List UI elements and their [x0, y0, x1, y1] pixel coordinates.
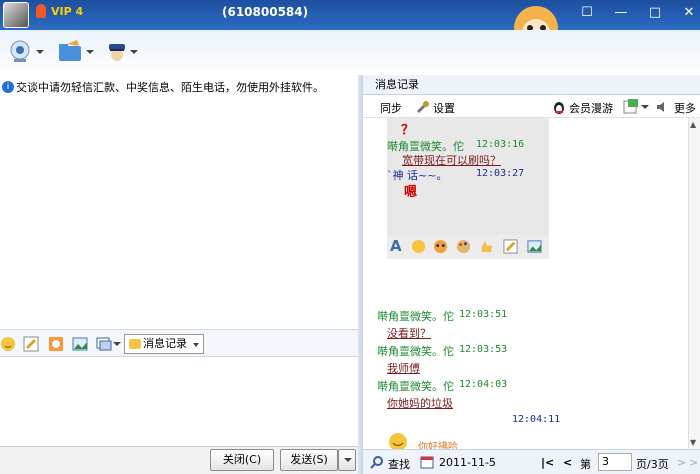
info-icon: i	[2, 81, 14, 93]
penguin-icon	[36, 4, 46, 18]
main-toolbar	[0, 30, 700, 75]
history-toolbar: 同步 设置 会员漫游 更多	[363, 96, 700, 118]
vip-badge[interactable]: VIP 4	[51, 5, 83, 18]
message-time: 12:03:53	[459, 344, 508, 355]
message-sender: 啭角亶微笑。佗	[377, 345, 454, 358]
scroll-down-icon[interactable]: ▼	[690, 438, 696, 447]
message-sender: 啭角亶微笑。佗	[377, 380, 454, 393]
image-icon	[527, 240, 542, 253]
previous-page-icon[interactable]: <	[563, 456, 572, 469]
first-page-icon[interactable]: |<	[541, 456, 554, 469]
message-text: 没看到？	[387, 327, 431, 340]
message-list[interactable]: ？ 啭角亶微笑。佗 12:03:16 宽带现在可以刷吗？ `神 话~~。 12:…	[363, 118, 688, 449]
embedded-format-toolbar: A	[387, 235, 549, 259]
message-time: 12:03:51	[459, 309, 508, 320]
member-roam-button[interactable]: 会员漫游	[569, 100, 613, 116]
export-dropdown-icon[interactable]	[641, 105, 649, 109]
history-footer: 查找 2011-11-5 |< < 第 3 页/3页 > >	[363, 449, 700, 474]
message-text: 我师傅	[387, 362, 420, 375]
scroll-up-icon[interactable]: ▲	[690, 120, 696, 129]
penguin-roam-icon	[554, 102, 564, 114]
find-button[interactable]: 查找	[388, 456, 410, 472]
smiley-avatar-icon	[389, 433, 407, 449]
more-button[interactable]: 更多	[674, 100, 696, 116]
folder-dropdown-icon[interactable]	[86, 50, 94, 54]
minimize-button[interactable]: —	[610, 2, 632, 24]
message-text: 你好拂哈	[418, 442, 458, 449]
message-text: 你她妈的垃圾	[387, 397, 453, 410]
page-number-input[interactable]: 3	[598, 453, 632, 471]
screenshot-icon[interactable]	[96, 336, 112, 352]
pencil-icon[interactable]	[23, 336, 39, 352]
message-time: 12:03:27	[476, 168, 525, 179]
close-window-button[interactable]: ✕	[678, 2, 700, 24]
emoji-icon	[411, 239, 426, 254]
last-page-icon[interactable]: >	[689, 456, 698, 469]
close-button[interactable]: 关闭(C)	[210, 449, 274, 471]
message-history-button[interactable]: 消息记录	[124, 334, 204, 354]
thumbs-up-icon	[481, 240, 493, 253]
sync-button[interactable]: 同步	[380, 100, 402, 116]
next-page-icon[interactable]: >	[677, 456, 686, 469]
police-dropdown-icon[interactable]	[130, 50, 138, 54]
chat-panel: i 交谈中请勿轻信汇款、中奖信息、陌生电话，勿使用外挂软件。 消息记录 关闭(C…	[0, 75, 358, 474]
format-toolbar: 消息记录	[0, 329, 358, 357]
palette-icon	[456, 239, 471, 254]
message-time: 12:04:03	[459, 379, 508, 390]
page-suffix: 页/3页	[636, 458, 669, 471]
image-icon[interactable]	[72, 336, 88, 352]
page-prefix: 第	[580, 458, 591, 471]
history-dropdown-icon	[193, 343, 199, 347]
message-text: 宽带现在可以刷吗？	[402, 154, 501, 167]
message-text: 嗯	[404, 185, 418, 200]
message-history-label: 消息记录	[143, 337, 187, 350]
speaker-icon[interactable]	[656, 100, 670, 114]
magnifier-icon	[370, 456, 383, 469]
window-controls: ☐ — □ ✕	[576, 2, 700, 28]
message-sender: `神 话~~。	[387, 169, 448, 182]
history-icon	[129, 339, 141, 349]
export-icon[interactable]	[623, 99, 639, 114]
security-notice: i 交谈中请勿轻信汇款、中奖信息、陌生电话，勿使用外挂软件。	[0, 78, 358, 96]
send-options-button[interactable]	[338, 449, 356, 471]
screenshot-dropdown-icon[interactable]	[113, 342, 121, 346]
webcam-icon[interactable]	[7, 40, 33, 64]
police-icon[interactable]	[104, 40, 130, 64]
history-panel: 消息记录 同步 设置 会员漫游 更多 ？ 啭角亶微笑。佗 12:03:16 宽带…	[363, 75, 700, 474]
send-options-icon	[344, 458, 352, 462]
folder-icon[interactable]	[57, 40, 83, 64]
send-bar: 关闭(C) 发送(S)	[0, 446, 358, 474]
settings-button[interactable]: 设置	[433, 100, 455, 116]
skin-button[interactable]: ☐	[576, 2, 598, 24]
history-date[interactable]: 2011-11-5	[439, 456, 496, 469]
notice-text: 交谈中请勿轻信汇款、中奖信息、陌生电话，勿使用外挂软件。	[16, 81, 324, 94]
send-button[interactable]: 发送(S)	[280, 449, 338, 471]
maximize-button[interactable]: □	[644, 2, 666, 24]
message-input[interactable]	[0, 358, 358, 446]
avatar[interactable]	[3, 2, 29, 28]
calendar-icon[interactable]	[420, 455, 434, 469]
message-sender: 啭角亶微笑。佗	[377, 310, 454, 323]
contact-number: (610800584)	[222, 5, 309, 19]
message-time: 12:03:16	[476, 139, 525, 150]
embedded-chat-window: ？ 啭角亶微笑。佗 12:03:16 宽带现在可以刷吗？ `神 话~~。 12:…	[387, 118, 549, 303]
font-icon: A	[390, 237, 402, 255]
emoji-icon[interactable]	[0, 336, 16, 352]
wrench-icon	[416, 101, 429, 114]
title-bar: VIP 4 (610800584) ☐ — □ ✕	[0, 0, 700, 30]
pencil-icon	[503, 239, 518, 254]
message-time: 12:04:11	[512, 414, 561, 425]
embedded-input	[387, 259, 549, 303]
question-mark: ？	[401, 123, 415, 138]
chat-display[interactable]	[0, 96, 358, 328]
history-scrollbar[interactable]: ▲ ▼	[688, 118, 700, 449]
magic-emoji-icon[interactable]	[48, 336, 64, 352]
face-icon	[433, 239, 448, 254]
webcam-dropdown-icon[interactable]	[36, 50, 44, 54]
history-header: 消息记录	[363, 75, 700, 95]
